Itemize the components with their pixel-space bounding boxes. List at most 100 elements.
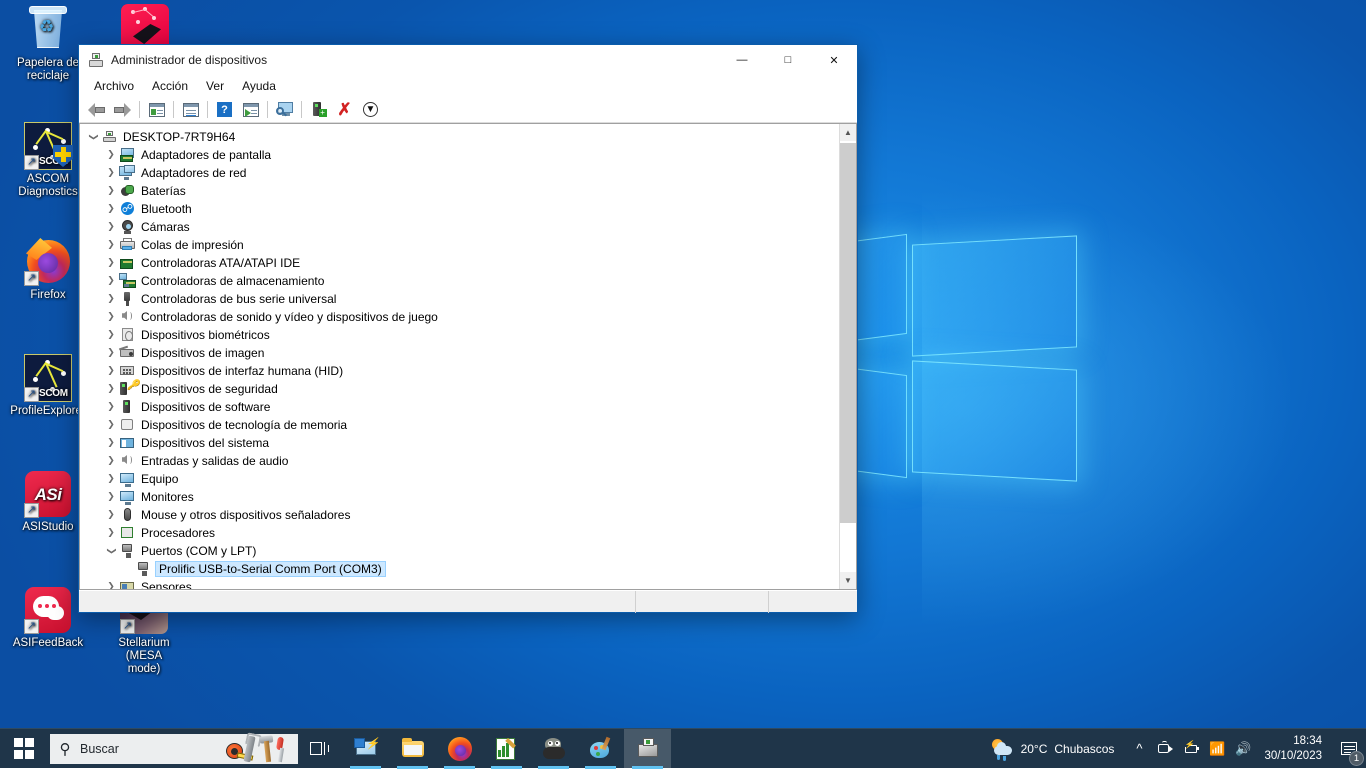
taskbar-app-firefox[interactable] bbox=[436, 729, 483, 769]
toolbar[interactable]: ? + ✗ ▼ bbox=[79, 97, 857, 123]
tree-node-imaging-devices[interactable]: ❯ Dispositivos de imagen bbox=[85, 344, 839, 362]
menu-ver[interactable]: Ver bbox=[197, 77, 233, 95]
tray-weather[interactable]: 20°C Chubascos bbox=[984, 738, 1127, 760]
device-manager-window[interactable]: Administrador de dispositivos — □ ✕ Arch… bbox=[78, 44, 858, 613]
taskbar-app-notepad-chart[interactable] bbox=[483, 729, 530, 769]
disable-device-button[interactable]: ▼ bbox=[358, 98, 383, 121]
system-tray[interactable]: 20°C Chubascos ^ ⚡ 📶 🔊 18:34 30/10/2023 bbox=[984, 729, 1366, 769]
chevron-right-icon[interactable]: ❯ bbox=[103, 420, 119, 430]
window-titlebar[interactable]: Administrador de dispositivos — □ ✕ bbox=[79, 45, 857, 75]
tree-node-audio-io[interactable]: ❯ Entradas y salidas de audio bbox=[85, 452, 839, 470]
taskbar-app-file-explorer[interactable] bbox=[389, 729, 436, 769]
tree-node-security-devices[interactable]: ❯ 🔑 Dispositivos de seguridad bbox=[85, 380, 839, 398]
notification-center-button[interactable]: 1 bbox=[1332, 729, 1366, 769]
scroll-up-button[interactable]: ▲ bbox=[840, 124, 856, 141]
chevron-right-icon[interactable]: ❯ bbox=[103, 204, 119, 214]
menu-ayuda[interactable]: Ayuda bbox=[233, 77, 285, 95]
chevron-down-icon[interactable]: ❯ bbox=[106, 543, 116, 559]
tree-node-software-devices[interactable]: ❯ Dispositivos de software bbox=[85, 398, 839, 416]
vertical-scrollbar[interactable]: ▲ ▼ bbox=[839, 124, 856, 589]
chevron-right-icon[interactable]: ❯ bbox=[103, 150, 119, 160]
chevron-right-icon[interactable]: ❯ bbox=[103, 384, 119, 394]
taskbar-app-remote-desktop[interactable]: ⚡ bbox=[342, 729, 389, 769]
scrollbar-thumb[interactable] bbox=[840, 143, 856, 523]
tray-clock[interactable]: 18:34 30/10/2023 bbox=[1256, 729, 1332, 769]
close-button[interactable]: ✕ bbox=[811, 45, 857, 75]
chevron-right-icon[interactable]: ❯ bbox=[103, 582, 119, 589]
menubar[interactable]: Archivo Acción Ver Ayuda bbox=[79, 75, 857, 97]
tree-node-storage-controllers[interactable]: ❯ Controladoras de almacenamiento bbox=[85, 272, 839, 290]
taskbar-app-device-manager[interactable] bbox=[624, 729, 671, 769]
add-legacy-hardware-button[interactable]: + bbox=[306, 98, 331, 121]
properties-button[interactable] bbox=[178, 98, 203, 121]
chevron-right-icon[interactable]: ❯ bbox=[103, 492, 119, 502]
tree-node-network-adapters[interactable]: ❯ Adaptadores de red bbox=[85, 164, 839, 182]
tree-node-ata-controllers[interactable]: ❯ Controladoras ATA/ATAPI IDE bbox=[85, 254, 839, 272]
tree-root-node[interactable]: ❯ DESKTOP-7RT9H64 bbox=[85, 128, 839, 146]
tree-node-cameras[interactable]: ❯ Cámaras bbox=[85, 218, 839, 236]
scrollbar-track[interactable] bbox=[840, 141, 856, 572]
show-hidden-button[interactable] bbox=[144, 98, 169, 121]
chevron-right-icon[interactable]: ❯ bbox=[103, 348, 119, 358]
tree-node-prolific-com3[interactable]: Prolific USB-to-Serial Comm Port (COM3) bbox=[85, 560, 839, 578]
task-view-button[interactable] bbox=[298, 729, 342, 769]
update-driver-button[interactable] bbox=[238, 98, 263, 121]
tree-node-memory-technology-devices[interactable]: ❯ Dispositivos de tecnología de memoria bbox=[85, 416, 839, 434]
device-tree-pane[interactable]: ❯ DESKTOP-7RT9H64 ❯ Adaptadores de panta… bbox=[79, 123, 857, 590]
chevron-right-icon[interactable]: ❯ bbox=[103, 168, 119, 178]
chevron-right-icon[interactable]: ❯ bbox=[103, 474, 119, 484]
chevron-right-icon[interactable]: ❯ bbox=[103, 438, 119, 448]
wifi-icon[interactable]: 📶 bbox=[1204, 729, 1230, 769]
taskbar[interactable]: ⚲ Buscar ⚡ bbox=[0, 728, 1366, 768]
uninstall-device-button[interactable]: ✗ bbox=[332, 98, 357, 121]
scroll-down-button[interactable]: ▼ bbox=[840, 572, 856, 589]
help-button[interactable]: ? bbox=[212, 98, 237, 121]
chevron-right-icon[interactable]: ❯ bbox=[103, 456, 119, 466]
device-tree[interactable]: ❯ DESKTOP-7RT9H64 ❯ Adaptadores de panta… bbox=[80, 124, 839, 589]
maximize-button[interactable]: □ bbox=[765, 45, 811, 75]
search-input[interactable]: ⚲ Buscar bbox=[50, 734, 298, 764]
chevron-right-icon[interactable]: ❯ bbox=[103, 312, 119, 322]
tree-node-sound-controllers[interactable]: ❯ Controladoras de sonido y vídeo y disp… bbox=[85, 308, 839, 326]
chevron-right-icon[interactable]: ❯ bbox=[103, 276, 119, 286]
battery-icon[interactable]: ⚡ bbox=[1178, 729, 1204, 769]
tree-node-print-queues[interactable]: ❯ Colas de impresión bbox=[85, 236, 839, 254]
chevron-right-icon[interactable]: ❯ bbox=[103, 510, 119, 520]
taskbar-app-paint[interactable] bbox=[577, 729, 624, 769]
chevron-down-icon[interactable]: ❯ bbox=[88, 129, 98, 145]
scan-hardware-button[interactable] bbox=[272, 98, 297, 121]
chevron-right-icon[interactable]: ❯ bbox=[103, 528, 119, 538]
tree-node-display-adapters[interactable]: ❯ Adaptadores de pantalla bbox=[85, 146, 839, 164]
window-controls[interactable]: — □ ✕ bbox=[719, 45, 857, 75]
chevron-right-icon[interactable]: ❯ bbox=[103, 186, 119, 196]
camera-privacy-icon[interactable] bbox=[1152, 729, 1178, 769]
tree-node-mouse-devices[interactable]: ❯ Mouse y otros dispositivos señaladores bbox=[85, 506, 839, 524]
taskbar-app-gimp[interactable] bbox=[530, 729, 577, 769]
chevron-right-icon[interactable]: ❯ bbox=[103, 222, 119, 232]
tree-node-batteries[interactable]: ❯ Baterías bbox=[85, 182, 839, 200]
tree-node-usb-controllers[interactable]: ❯ Controladoras de bus serie universal bbox=[85, 290, 839, 308]
volume-icon[interactable]: 🔊 bbox=[1230, 729, 1256, 769]
tree-node-computer[interactable]: ❯ Equipo bbox=[85, 470, 839, 488]
chevron-right-icon[interactable]: ❯ bbox=[103, 294, 119, 304]
minimize-button[interactable]: — bbox=[719, 45, 765, 75]
menu-archivo[interactable]: Archivo bbox=[85, 77, 143, 95]
tree-node-sensors[interactable]: ❯ Sensores bbox=[85, 578, 839, 589]
taskbar-apps[interactable]: ⚡ bbox=[342, 729, 671, 769]
tree-node-bluetooth[interactable]: ❯ ☍ Bluetooth bbox=[85, 200, 839, 218]
back-button[interactable] bbox=[84, 98, 109, 121]
chevron-right-icon[interactable]: ❯ bbox=[103, 258, 119, 268]
forward-button[interactable] bbox=[110, 98, 135, 121]
show-hidden-icons-button[interactable]: ^ bbox=[1126, 729, 1152, 769]
menu-accion[interactable]: Acción bbox=[143, 77, 197, 95]
tree-node-hid-devices[interactable]: ❯ Dispositivos de interfaz humana (HID) bbox=[85, 362, 839, 380]
tree-node-biometric-devices[interactable]: ❯ Dispositivos biométricos bbox=[85, 326, 839, 344]
chevron-right-icon[interactable]: ❯ bbox=[103, 240, 119, 250]
tree-node-monitors[interactable]: ❯ Monitores bbox=[85, 488, 839, 506]
tree-node-system-devices[interactable]: ❯ Dispositivos del sistema bbox=[85, 434, 839, 452]
chevron-right-icon[interactable]: ❯ bbox=[103, 366, 119, 376]
chevron-right-icon[interactable]: ❯ bbox=[103, 402, 119, 412]
start-button[interactable] bbox=[0, 729, 48, 769]
tree-node-processors[interactable]: ❯ Procesadores bbox=[85, 524, 839, 542]
chevron-right-icon[interactable]: ❯ bbox=[103, 330, 119, 340]
